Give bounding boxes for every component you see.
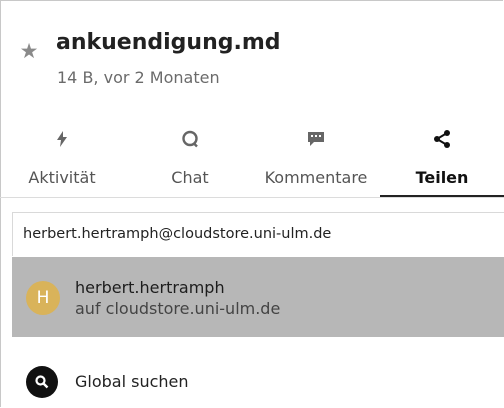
flash-icon [0,128,124,150]
share-icon [380,128,504,150]
share-search-input[interactable]: herbert.hertramph@cloudstore.uni-ulm.de [12,212,504,256]
tab-comments[interactable]: Kommentare [252,118,380,198]
star-icon[interactable]: ★ [18,40,40,62]
comment-icon [252,128,380,150]
tab-divider [0,197,504,198]
tab-share-label: Teilen [415,168,469,187]
share-suggestion-item[interactable]: H herbert.hertramph auf cloudstore.uni-u… [12,257,504,337]
suggestion-name: herbert.hertramph [75,278,225,297]
file-header: ★ ankuendigung.md 14 B, vor 2 Monaten [0,0,504,110]
tab-chat[interactable]: Chat [128,118,252,198]
avatar: H [26,281,60,315]
global-search-item[interactable]: Global suchen [12,358,504,408]
tab-share[interactable]: Teilen [380,118,504,198]
suggestion-subtitle: auf cloudstore.uni-ulm.de [75,299,281,318]
tab-activity[interactable]: Aktivität [0,118,124,198]
tab-chat-label: Chat [171,168,209,187]
search-icon [26,366,58,398]
tab-bar: Aktivität Chat Kommentare Teilen [0,118,504,198]
share-search-value: herbert.hertramph@cloudstore.uni-ulm.de [23,226,332,242]
chat-bubble-icon [128,128,252,150]
file-name: ankuendigung.md [56,30,281,55]
tab-activity-label: Aktivität [28,168,96,187]
file-meta: 14 B, vor 2 Monaten [57,68,220,87]
tab-comments-label: Kommentare [264,168,368,187]
global-search-label: Global suchen [75,372,189,391]
